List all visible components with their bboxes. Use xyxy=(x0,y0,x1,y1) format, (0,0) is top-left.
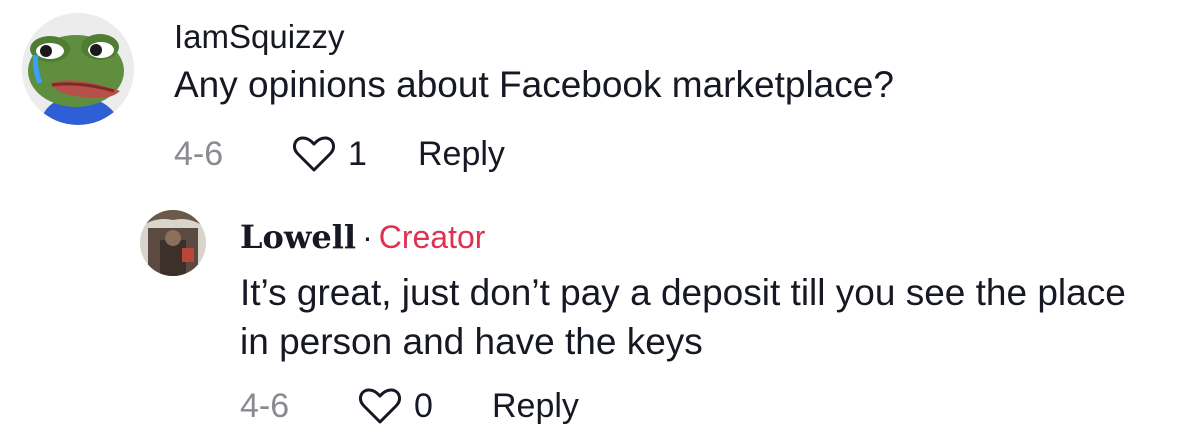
comment-actions: 4-6 0 Reply xyxy=(240,384,579,428)
comment-date: 4-6 xyxy=(174,134,224,173)
frog-avatar-icon xyxy=(22,13,134,125)
avatar[interactable] xyxy=(140,210,206,276)
like-count: 0 xyxy=(414,386,433,425)
reply-button[interactable]: Reply xyxy=(418,135,505,174)
username[interactable]: Lowell xyxy=(240,218,356,256)
comment-date: 4-6 xyxy=(240,386,290,425)
avatar[interactable] xyxy=(22,13,134,125)
username-row: Lowell · Creator xyxy=(240,218,485,256)
user-photo-avatar-icon xyxy=(140,210,206,276)
comment-text: It’s great, just don’t pay a deposit til… xyxy=(240,272,1126,362)
heart-icon xyxy=(293,136,335,172)
username[interactable]: IamSquizzy xyxy=(174,18,345,56)
reply-button[interactable]: Reply xyxy=(492,387,579,426)
heart-icon xyxy=(359,388,401,424)
like-button[interactable]: 0 xyxy=(358,386,492,426)
like-button[interactable]: 1 xyxy=(292,134,418,174)
separator: · xyxy=(362,219,373,255)
comment-text: Any opinions about Facebook marketplace? xyxy=(174,64,894,105)
like-count: 1 xyxy=(348,134,367,173)
comment-actions: 4-6 1 Reply xyxy=(174,132,505,176)
creator-badge: Creator xyxy=(378,219,486,255)
